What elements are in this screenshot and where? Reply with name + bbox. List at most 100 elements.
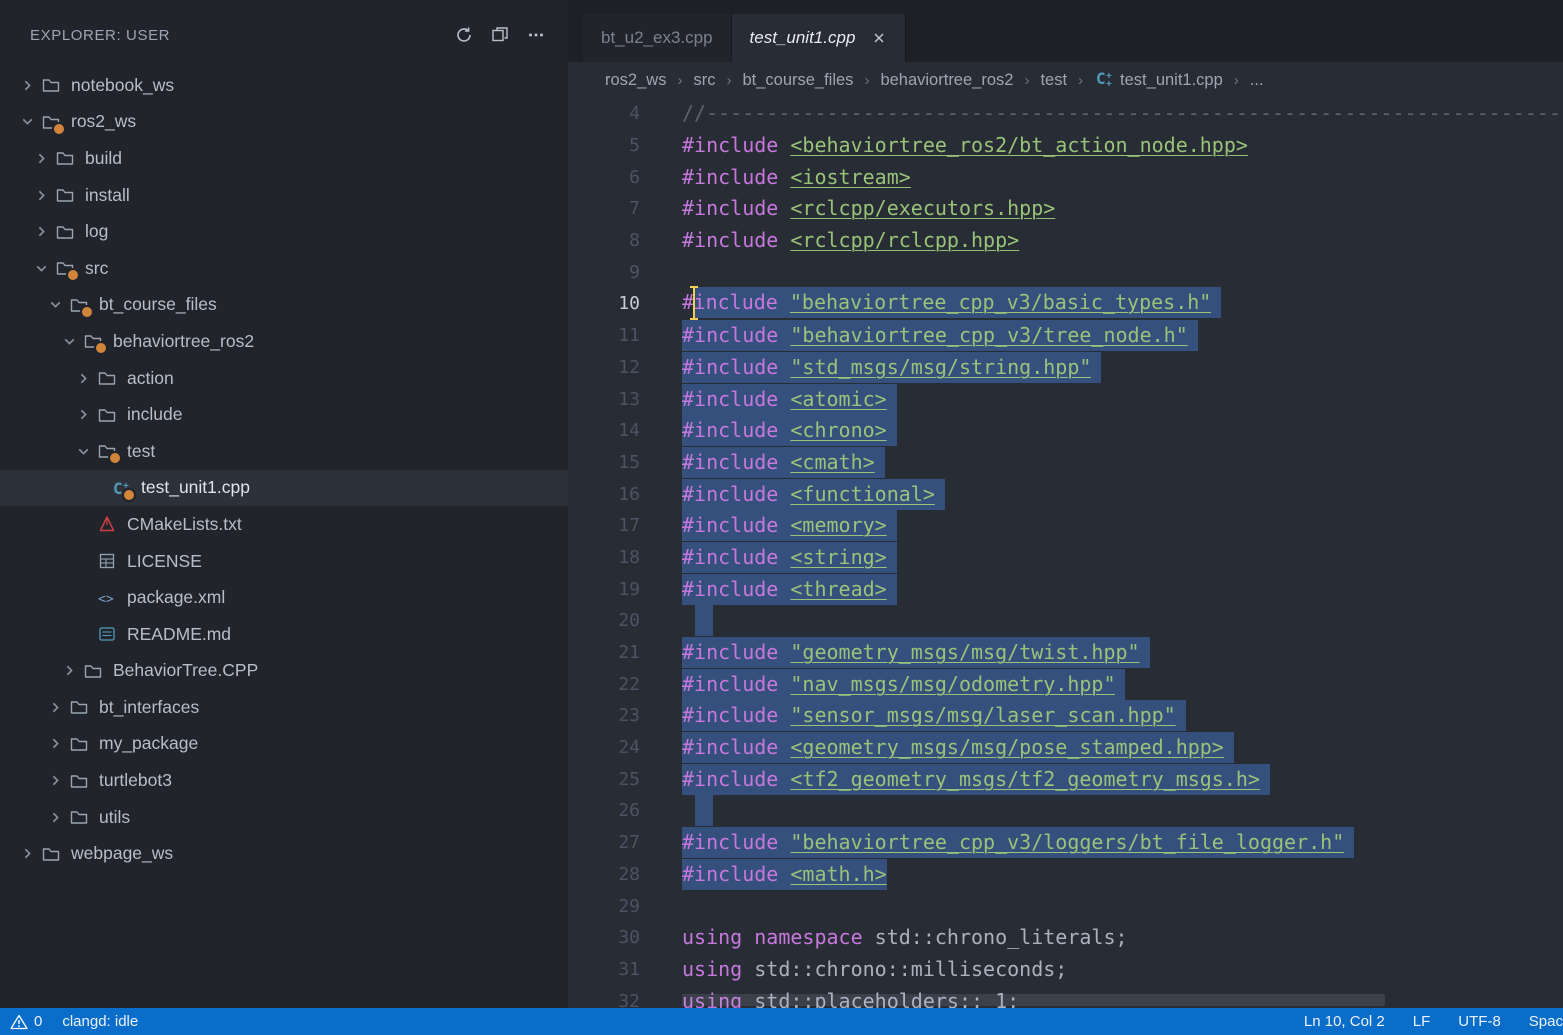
code-line[interactable]: 8#include <rclcpp/rclcpp.hpp>	[568, 225, 1563, 257]
tree-item[interactable]: bt_interfaces	[0, 689, 568, 726]
code-line[interactable]: 5#include <behaviortree_ros2/bt_action_n…	[568, 130, 1563, 162]
code-line[interactable]: 20	[568, 605, 1563, 637]
status-clangd-status[interactable]: clangd: idle	[62, 1013, 138, 1030]
status-cursor-position[interactable]: Ln 10, Col 2	[1304, 1013, 1385, 1030]
code-line[interactable]: 14#include <chrono>	[568, 415, 1563, 447]
tree-item[interactable]: src	[0, 250, 568, 287]
tree-item[interactable]: notebook_ws	[0, 67, 568, 104]
code-editor[interactable]: 4//-------------------------------------…	[568, 98, 1563, 1008]
status-bar-left: 0 clangd: idle	[10, 1008, 138, 1035]
breadcrumb-label: bt_course_files	[742, 71, 853, 90]
code-line[interactable]: 10#include "behaviortree_cpp_v3/basic_ty…	[568, 288, 1563, 320]
tree-item-label: test_unit1.cpp	[141, 477, 250, 498]
text-cursor	[693, 286, 696, 320]
status-label: 0	[34, 1013, 42, 1030]
horizontal-scrollbar[interactable]	[682, 994, 1385, 1006]
license-icon	[96, 550, 118, 572]
tree-item[interactable]: turtlebot3	[0, 762, 568, 799]
modified-dot	[52, 122, 66, 136]
tree-item[interactable]: behaviortree_ros2	[0, 323, 568, 360]
code-line[interactable]: 24#include <geometry_msgs/msg/pose_stamp…	[568, 732, 1563, 764]
breadcrumb-item[interactable]: src	[693, 71, 715, 90]
tree-item[interactable]: BehaviorTree.CPP	[0, 653, 568, 690]
breadcrumb-label: ...	[1250, 71, 1264, 90]
chevron-down-icon	[14, 113, 40, 130]
warning-icon	[10, 1014, 28, 1030]
breadcrumb-item[interactable]: C++test_unit1.cpp	[1094, 68, 1223, 93]
line-number: 4	[568, 103, 640, 124]
tree-item[interactable]: install	[0, 177, 568, 214]
svg-text:<>: <>	[98, 592, 114, 607]
tree-item[interactable]: bt_course_files	[0, 287, 568, 324]
line-number: 14	[568, 420, 640, 441]
code-text: #include <memory>	[640, 510, 897, 541]
split-editor-icon[interactable]	[482, 20, 518, 50]
tree-item[interactable]: my_package	[0, 726, 568, 763]
status-eol-sequence[interactable]: LF	[1413, 1013, 1431, 1030]
code-line[interactable]: 29	[568, 890, 1563, 922]
breadcrumb-item[interactable]: bt_course_files	[742, 71, 853, 90]
code-line[interactable]: 28#include <math.h>	[568, 859, 1563, 891]
status-encoding[interactable]: UTF-8	[1458, 1013, 1501, 1030]
tree-item[interactable]: webpage_ws	[0, 835, 568, 872]
code-line[interactable]: 16#include <functional>	[568, 478, 1563, 510]
tree-item[interactable]: build	[0, 140, 568, 177]
tree-item[interactable]: ros2_ws	[0, 104, 568, 141]
tree-item[interactable]: log	[0, 213, 568, 250]
code-line[interactable]: 12#include "std_msgs/msg/string.hpp"	[568, 352, 1563, 384]
code-line[interactable]: 19#include <thread>	[568, 573, 1563, 605]
refresh-icon[interactable]	[446, 20, 482, 50]
line-number: 18	[568, 547, 640, 568]
breadcrumb-item[interactable]: ros2_ws	[605, 71, 666, 90]
breadcrumb-item[interactable]: behaviortree_ros2	[880, 71, 1013, 90]
code-line[interactable]: 23#include "sensor_msgs/msg/laser_scan.h…	[568, 700, 1563, 732]
close-icon[interactable]	[871, 30, 887, 46]
more-actions-icon[interactable]	[518, 20, 554, 50]
code-line[interactable]: 6#include <iostream>	[568, 161, 1563, 193]
status-label: clangd: idle	[62, 1013, 138, 1030]
tree-item[interactable]: action	[0, 360, 568, 397]
status-indentation[interactable]: Spac	[1529, 1013, 1563, 1030]
folder-icon	[54, 257, 76, 279]
tree-item[interactable]: utils	[0, 799, 568, 836]
code-line[interactable]: 26	[568, 795, 1563, 827]
tree-item[interactable]: C++test_unit1.cpp	[0, 470, 568, 507]
code-line[interactable]: 21#include "geometry_msgs/msg/twist.hpp"	[568, 637, 1563, 669]
code-line[interactable]: 9	[568, 256, 1563, 288]
tree-item[interactable]: include	[0, 396, 568, 433]
breadcrumb-label: src	[693, 71, 715, 90]
line-number: 10	[568, 293, 640, 314]
tree-item-label: turtlebot3	[99, 770, 172, 791]
code-line[interactable]: 4//-------------------------------------…	[568, 98, 1563, 130]
code-line[interactable]: 22#include "nav_msgs/msg/odometry.hpp"	[568, 668, 1563, 700]
code-line[interactable]: 25#include <tf2_geometry_msgs/tf2_geomet…	[568, 763, 1563, 795]
code-text: #include <string>	[640, 542, 897, 573]
line-number: 13	[568, 389, 640, 410]
code-line[interactable]: 31using std::chrono::milliseconds;	[568, 954, 1563, 986]
code-line[interactable]: 11#include "behaviortree_cpp_v3/tree_nod…	[568, 320, 1563, 352]
selection-newline	[887, 542, 897, 573]
line-number: 23	[568, 705, 640, 726]
tree-item[interactable]: <>package.xml	[0, 579, 568, 616]
code-line[interactable]: 18#include <string>	[568, 542, 1563, 574]
code-line[interactable]: 7#include <rclcpp/executors.hpp>	[568, 193, 1563, 225]
tab-bt_u2_ex3.cpp[interactable]: bt_u2_ex3.cpp	[583, 14, 732, 62]
code-line[interactable]: 13#include <atomic>	[568, 383, 1563, 415]
breadcrumb-item[interactable]: test	[1040, 71, 1067, 90]
tab-test_unit1.cpp[interactable]: test_unit1.cpp	[732, 14, 907, 62]
svg-text:+: +	[1106, 79, 1112, 88]
tree-item[interactable]: README.md	[0, 616, 568, 653]
code-line[interactable]: 27#include "behaviortree_cpp_v3/loggers/…	[568, 827, 1563, 859]
breadcrumb-item[interactable]: ...	[1250, 71, 1264, 90]
tree-item[interactable]: test	[0, 433, 568, 470]
tree-item[interactable]: LICENSE	[0, 543, 568, 580]
code-line[interactable]: 17#include <memory>	[568, 510, 1563, 542]
selection-newline	[695, 605, 713, 636]
code-line[interactable]: 30using namespace std::chrono_literals;	[568, 922, 1563, 954]
status-problems[interactable]: 0	[10, 1013, 42, 1030]
tree-item[interactable]: CMakeLists.txt	[0, 506, 568, 543]
code-line[interactable]: 15#include <cmath>	[568, 447, 1563, 479]
chevron-right-icon	[70, 406, 96, 423]
tree-item-label: BehaviorTree.CPP	[113, 660, 258, 681]
chevron-down-icon	[56, 333, 82, 350]
